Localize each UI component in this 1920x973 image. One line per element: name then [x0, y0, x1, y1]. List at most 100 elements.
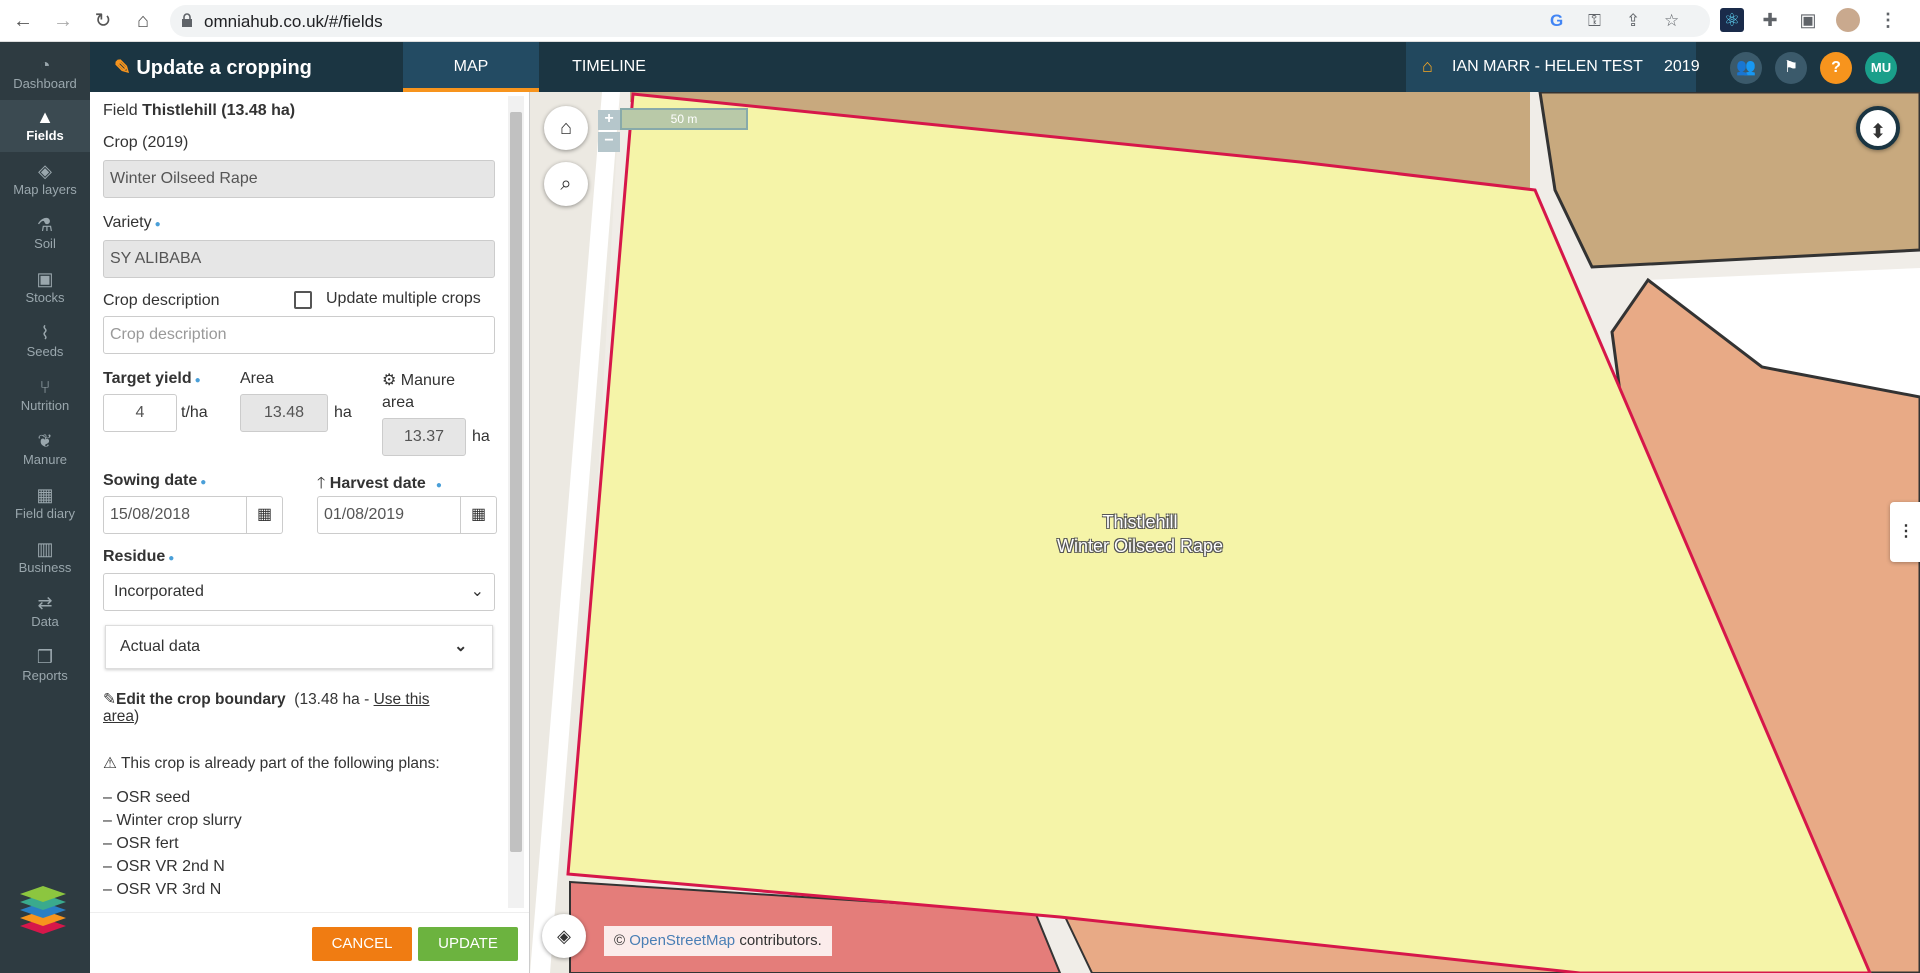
- cropping-form-panel: Field Thistlehill (13.48 ha) Crop (2019)…: [90, 92, 530, 973]
- flag-icon[interactable]: ⚑: [1775, 52, 1807, 84]
- sidebar-item-fields[interactable]: ▲ Fields: [0, 100, 90, 152]
- react-devtools-icon[interactable]: ⚛: [1720, 8, 1744, 32]
- sidebar-item-stocks[interactable]: ▣ Stocks: [0, 262, 90, 314]
- use-this-area-link-2[interactable]: area: [103, 708, 134, 725]
- compass-icon[interactable]: ⬍: [1856, 106, 1900, 150]
- map-scale-bar: 50 m: [620, 108, 748, 130]
- menu-kebab-icon[interactable]: ⋮: [1876, 8, 1900, 32]
- variety-label-text: Variety: [103, 214, 152, 231]
- plan-list-item: – OSR fert: [103, 835, 179, 852]
- zoom-in-button[interactable]: +: [598, 110, 620, 130]
- address-bar[interactable]: omniahub.co.uk/#/fields G ⚿ ⇪ ☆: [170, 5, 1710, 37]
- reload-icon[interactable]: ↻: [90, 8, 116, 34]
- users-icon[interactable]: 👥: [1730, 52, 1762, 84]
- sidebar-item-label: Manure: [22, 452, 68, 467]
- sidebar-item-business[interactable]: ▥ Business: [0, 532, 90, 584]
- actual-data-accordion[interactable]: Actual data ⌄: [105, 625, 493, 669]
- extensions-icon[interactable]: ✚: [1758, 8, 1782, 32]
- sidepanel-icon[interactable]: ▣: [1796, 8, 1820, 32]
- panel-scrollbar-thumb[interactable]: [510, 112, 522, 852]
- harvest-date-label-text: Harvest date: [329, 475, 426, 492]
- update-multiple-checkbox[interactable]: [294, 291, 312, 309]
- layers-icon: ◈: [38, 161, 52, 181]
- dashboard-icon: ◔: [39, 55, 51, 75]
- sidebar-item-reports[interactable]: ❒ Reports: [0, 640, 90, 692]
- sidebar-item-data[interactable]: ⇄ Data: [0, 586, 90, 638]
- lock-icon: [182, 13, 192, 27]
- boundary-close-paren: ): [134, 708, 140, 725]
- sowing-date-input[interactable]: 15/08/2018: [103, 496, 247, 534]
- chevron-down-icon: ⌄: [454, 638, 468, 655]
- target-yield-input[interactable]: 4: [103, 394, 177, 432]
- plans-warning: ⚠ This crop is already part of the follo…: [103, 754, 440, 773]
- back-icon[interactable]: ←: [10, 8, 36, 34]
- page-title: ✎ Update a cropping: [114, 55, 312, 80]
- google-icon[interactable]: G: [1550, 11, 1563, 31]
- sidebar-item-nutrition[interactable]: ⑂ Nutrition: [0, 370, 90, 422]
- harvest-date-input[interactable]: 01/08/2019: [317, 496, 461, 534]
- zoom-out-button[interactable]: −: [598, 132, 620, 152]
- sowing-date-label: Sowing date ●: [103, 472, 206, 490]
- sidebar-item-label: Field diary: [15, 506, 75, 521]
- plan-list-item: – Winter crop slurry: [103, 812, 242, 829]
- manure-area-field[interactable]: 13.37: [382, 418, 466, 456]
- variety-field[interactable]: SY ALIBABA: [103, 240, 495, 278]
- area-field[interactable]: 13.48: [240, 394, 328, 432]
- sidebar-item-label: Seeds: [26, 344, 64, 359]
- sidebar-item-field-diary[interactable]: ▦ Field diary: [0, 478, 90, 530]
- harvest-calendar-icon[interactable]: ▦: [461, 496, 497, 534]
- sidebar-item-seeds[interactable]: ⌇ Seeds: [0, 316, 90, 368]
- crop-field[interactable]: Winter Oilseed Rape: [103, 160, 495, 198]
- harvest-date-label: 🡑 Harvest date ●: [317, 472, 442, 499]
- user-avatar[interactable]: MU: [1865, 52, 1897, 84]
- update-button[interactable]: UPDATE: [418, 927, 518, 961]
- tab-timeline[interactable]: TIMELINE: [539, 42, 679, 92]
- variety-label: Variety ●: [103, 214, 161, 232]
- map-search-button[interactable]: ⌕: [544, 162, 588, 206]
- map-view[interactable]: Thistlehill Winter Oilseed Rape ⌂ ⌕ + − ◈…: [530, 92, 1920, 973]
- update-multiple-label: Update multiple crops: [326, 290, 481, 307]
- seedling-icon: ⌇: [40, 323, 50, 343]
- area-unit: ha: [334, 404, 352, 421]
- help-button[interactable]: ?: [1820, 52, 1852, 84]
- openstreetmap-link[interactable]: OpenStreetMap: [629, 932, 735, 949]
- field-name: Thistlehill (13.48 ha): [142, 102, 296, 119]
- field-prefix: Field: [103, 102, 138, 119]
- map-attribution: © OpenStreetMap contributors.: [604, 926, 832, 956]
- map-layers-button[interactable]: ◈: [542, 914, 586, 958]
- edit-boundary-link[interactable]: Edit the crop boundary: [116, 691, 286, 708]
- residue-select[interactable]: Incorporated ⌄: [103, 573, 495, 611]
- required-dot-icon: ●: [200, 477, 207, 488]
- profile-avatar[interactable]: [1836, 8, 1860, 32]
- home-icon[interactable]: ⌂: [130, 8, 156, 34]
- edit-boundary-line2: area): [103, 708, 139, 726]
- cutlery-icon: ⑂: [39, 377, 51, 397]
- map-home-button[interactable]: ⌂: [544, 106, 588, 150]
- star-icon[interactable]: ☆: [1664, 11, 1679, 31]
- forward-icon[interactable]: →: [50, 8, 76, 34]
- sidebar-item-label: Reports: [22, 668, 68, 683]
- farm-selector[interactable]: ⌂ IAN MARR - HELEN TEST: [1406, 42, 1696, 92]
- share-icon[interactable]: ⇪: [1626, 11, 1640, 31]
- required-dot-icon: ●: [168, 553, 175, 564]
- key-icon[interactable]: ⚿: [1588, 11, 1601, 31]
- omnia-logo: [20, 886, 66, 934]
- required-dot-icon: ●: [435, 480, 442, 491]
- sidebar-item-map-layers[interactable]: ◈ Map layers: [0, 154, 90, 206]
- cancel-button[interactable]: CANCEL: [312, 927, 412, 961]
- tab-map[interactable]: MAP: [403, 42, 539, 92]
- manure-area-label: ⚙ Manure: [382, 370, 455, 390]
- year-selector[interactable]: 2019: [1664, 58, 1700, 76]
- sidebar-item-label: Fields: [26, 128, 64, 143]
- sidebar-item-manure[interactable]: ❦ Manure: [0, 424, 90, 476]
- use-this-area-link[interactable]: Use this: [374, 691, 430, 708]
- sidebar-item-soil[interactable]: ⚗ Soil: [0, 208, 90, 260]
- crop-description-input[interactable]: Crop description: [103, 316, 495, 354]
- area-label: Area: [240, 370, 274, 387]
- sidebar-item-dashboard[interactable]: ◔ Dashboard: [0, 48, 90, 100]
- map-options-kebab-icon[interactable]: ⋮: [1890, 502, 1920, 562]
- manure-area-label-text: Manure: [400, 372, 456, 389]
- target-yield-unit: t/ha: [181, 404, 208, 421]
- sowing-calendar-icon[interactable]: ▦: [247, 496, 283, 534]
- farm-home-icon: ⌂: [1422, 56, 1433, 76]
